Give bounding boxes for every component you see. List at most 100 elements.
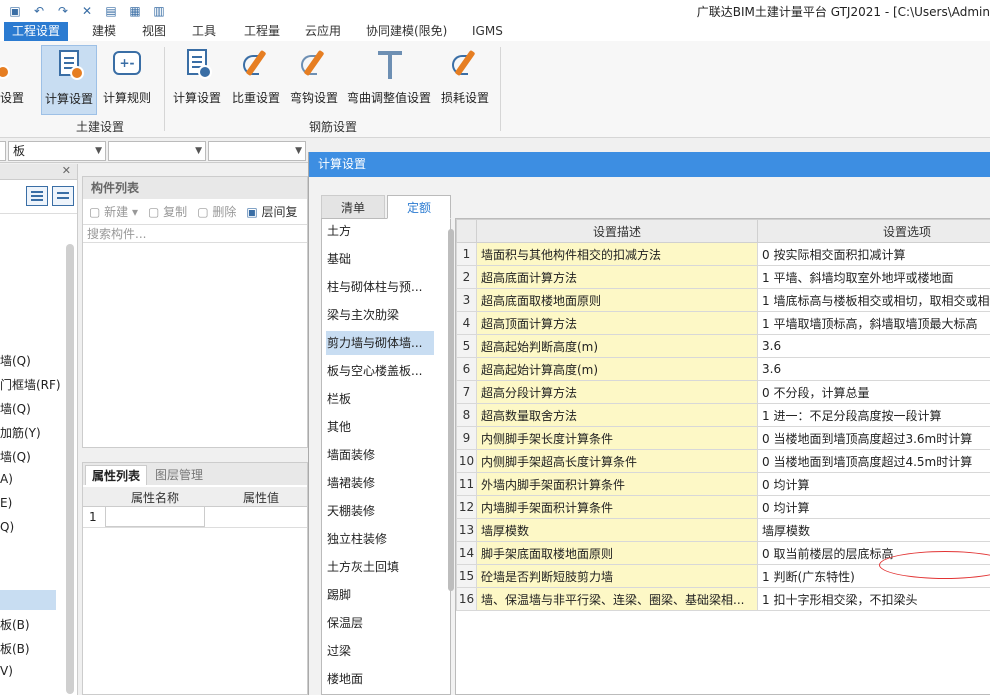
tab-igms[interactable]: IGMS: [464, 22, 511, 41]
tab-project-settings[interactable]: 工程设置: [4, 22, 69, 41]
tab-modeling[interactable]: 建模: [84, 22, 124, 41]
table-row[interactable]: 7 超高分段计算方法 0 不分段，计算总量: [456, 380, 990, 404]
rebar-calc-settings-button[interactable]: 计算设置: [170, 45, 224, 115]
setting-option-cell[interactable]: 1 平墙、斜墙均取室外地坪或楼地面: [757, 265, 990, 289]
tab-quantities[interactable]: 工程量: [236, 22, 288, 41]
export-icon[interactable]: ▥: [150, 3, 168, 19]
save-icon[interactable]: ▣: [6, 3, 24, 19]
setting-option-cell[interactable]: 1 判断(广东特性): [757, 564, 990, 588]
table-row[interactable]: 1: [83, 507, 307, 528]
detail-view-button[interactable]: [52, 186, 74, 206]
tab-quota[interactable]: 定额: [387, 195, 451, 219]
table-row[interactable]: 8 超高数量取舍方法 1 进一：不足分段高度按一段计算: [456, 403, 990, 427]
setting-option-cell[interactable]: 3.6: [757, 334, 990, 358]
category-item[interactable]: 栏板: [326, 387, 434, 411]
tree-item[interactable]: 板(B): [0, 616, 30, 633]
table-row[interactable]: 15 砼墙是否判断短肢剪力墙 1 判断(广东特性): [456, 564, 990, 588]
category-item[interactable]: 梁与主次肋梁: [326, 303, 434, 327]
list-view-button[interactable]: [26, 186, 48, 206]
setting-option-cell[interactable]: 1 进一：不足分段高度按一段计算: [757, 403, 990, 427]
tree-item-selected[interactable]: [0, 590, 56, 610]
tab-tools[interactable]: 工具: [184, 22, 224, 41]
partial-settings-button[interactable]: 设置: [0, 45, 28, 115]
table-row[interactable]: 10 内侧脚手架超高长度计算条件 0 当楼地面到墙顶高度超过4.5m时计算: [456, 449, 990, 473]
tree-item[interactable]: E): [0, 496, 12, 510]
tree-item[interactable]: 板(B): [0, 640, 30, 657]
grid-icon[interactable]: ▦: [126, 3, 144, 19]
bend-adjust-settings-button[interactable]: 弯曲调整值设置: [346, 45, 432, 115]
property-name-cell[interactable]: [105, 507, 205, 527]
setting-option-cell[interactable]: 3.6: [757, 357, 990, 381]
tujian-calc-settings-button[interactable]: 计算设置: [41, 45, 97, 115]
component-type-combo[interactable]: 板 ▼: [8, 141, 106, 161]
category-item[interactable]: 踢脚: [326, 583, 434, 607]
table-row[interactable]: 12 内墙脚手架面积计算条件 0 均计算: [456, 495, 990, 519]
table-row[interactable]: 14 脚手架底面取楼地面原则 0 取当前楼层的层底标高: [456, 541, 990, 565]
setting-option-cell[interactable]: 1 扣十字形相交梁，不扣梁头: [757, 587, 990, 611]
setting-option-cell[interactable]: 0 不分段，计算总量: [757, 380, 990, 404]
category-item[interactable]: 天棚装修: [326, 499, 434, 523]
tree-item[interactable]: 墙(Q): [0, 400, 31, 417]
tree-item[interactable]: 加筋(Y): [0, 424, 41, 441]
copy-between-floors-button[interactable]: ▣ 层间复: [246, 203, 297, 220]
setting-option-cell[interactable]: 0 按实际相交面积扣减计算: [757, 242, 990, 266]
density-settings-button[interactable]: 比重设置: [229, 45, 283, 115]
component-search-input[interactable]: 搜索构件...: [83, 225, 307, 243]
redo-icon[interactable]: ↷: [54, 3, 72, 19]
tree-item[interactable]: Q): [0, 520, 14, 534]
category-item[interactable]: 土方灰土回填: [326, 555, 434, 579]
category-item[interactable]: 过梁: [326, 639, 434, 663]
tab-view[interactable]: 视图: [134, 22, 174, 41]
setting-option-cell[interactable]: 0 取当前楼层的层底标高: [757, 541, 990, 565]
hook-settings-button[interactable]: 弯钩设置: [287, 45, 341, 115]
close-icon[interactable]: ✕: [62, 164, 71, 177]
setting-option-cell[interactable]: 墙厚模数: [757, 518, 990, 542]
nav-scrollbar[interactable]: [66, 244, 74, 694]
category-item[interactable]: 墙裙装修: [326, 471, 434, 495]
category-item[interactable]: 板与空心楼盖板...: [326, 359, 434, 383]
table-row[interactable]: 2 超高底面计算方法 1 平墙、斜墙均取室外地坪或楼地面: [456, 265, 990, 289]
tree-item[interactable]: V): [0, 664, 13, 678]
tree-item[interactable]: A): [0, 472, 13, 486]
tab-layer-management[interactable]: 图层管理: [149, 465, 209, 485]
layer-combo[interactable]: ▼: [208, 141, 306, 161]
table-row[interactable]: 9 内侧脚手架长度计算条件 0 当楼地面到墙顶高度超过3.6m时计算: [456, 426, 990, 450]
tree-item[interactable]: 门框墙(RF): [0, 376, 61, 393]
calc-icon[interactable]: ▤: [102, 3, 120, 19]
delete-component-button[interactable]: ▢ 删除: [197, 203, 236, 220]
table-row[interactable]: 5 超高起始判断高度(m) 3.6: [456, 334, 990, 358]
category-item[interactable]: 墙面装修: [326, 443, 434, 467]
table-row[interactable]: 16 墙、保温墙与非平行梁、连梁、圈梁、基础梁相... 1 扣十字形相交梁，不扣梁头: [456, 587, 990, 611]
component-combo[interactable]: ▼: [108, 141, 206, 161]
copy-component-button[interactable]: ▢ 复制: [148, 203, 187, 220]
category-item-selected[interactable]: 剪力墙与砌体墙...: [326, 331, 434, 355]
table-row[interactable]: 4 超高顶面计算方法 1 平墙取墙顶标高，斜墙取墙顶最大标高: [456, 311, 990, 335]
category-item[interactable]: 柱与砌体柱与预...: [326, 275, 434, 299]
table-row[interactable]: 1 墙面积与其他构件相交的扣减方法 0 按实际相交面积扣减计算: [456, 242, 990, 266]
pin-icon[interactable]: ✕: [78, 3, 96, 19]
tree-item[interactable]: 墙(Q): [0, 352, 31, 369]
tree-item[interactable]: 墙(Q): [0, 448, 31, 465]
tab-bill[interactable]: 清单: [321, 195, 385, 219]
category-item[interactable]: 保温层: [326, 611, 434, 635]
table-row[interactable]: 13 墙厚模数 墙厚模数: [456, 518, 990, 542]
floor-combo[interactable]: [0, 141, 6, 161]
setting-option-cell[interactable]: 0 均计算: [757, 495, 990, 519]
calc-rules-button[interactable]: +- 计算规则: [101, 45, 153, 115]
category-item[interactable]: 土方: [326, 219, 434, 243]
tab-collab-modeling[interactable]: 协同建模(限免): [358, 22, 455, 41]
table-row[interactable]: 3 超高底面取楼地面原则 1 墙底标高与楼板相交或相切，取相交或相切: [456, 288, 990, 312]
setting-option-cell[interactable]: 1 平墙取墙顶标高，斜墙取墙顶最大标高: [757, 311, 990, 335]
setting-option-cell[interactable]: 0 均计算: [757, 472, 990, 496]
category-scrollbar[interactable]: [448, 229, 454, 591]
setting-option-cell[interactable]: 0 当楼地面到墙顶高度超过4.5m时计算: [757, 449, 990, 473]
category-item[interactable]: 其他: [326, 415, 434, 439]
setting-option-cell[interactable]: 1 墙底标高与楼板相交或相切，取相交或相切: [757, 288, 990, 312]
category-item[interactable]: 楼地面: [326, 667, 434, 691]
table-row[interactable]: 6 超高起始计算高度(m) 3.6: [456, 357, 990, 381]
category-item[interactable]: 基础: [326, 247, 434, 271]
category-item[interactable]: 独立柱装修: [326, 527, 434, 551]
table-row[interactable]: 11 外墙内脚手架面积计算条件 0 均计算: [456, 472, 990, 496]
undo-icon[interactable]: ↶: [30, 3, 48, 19]
new-component-button[interactable]: ▢ 新建 ▾: [89, 203, 138, 220]
